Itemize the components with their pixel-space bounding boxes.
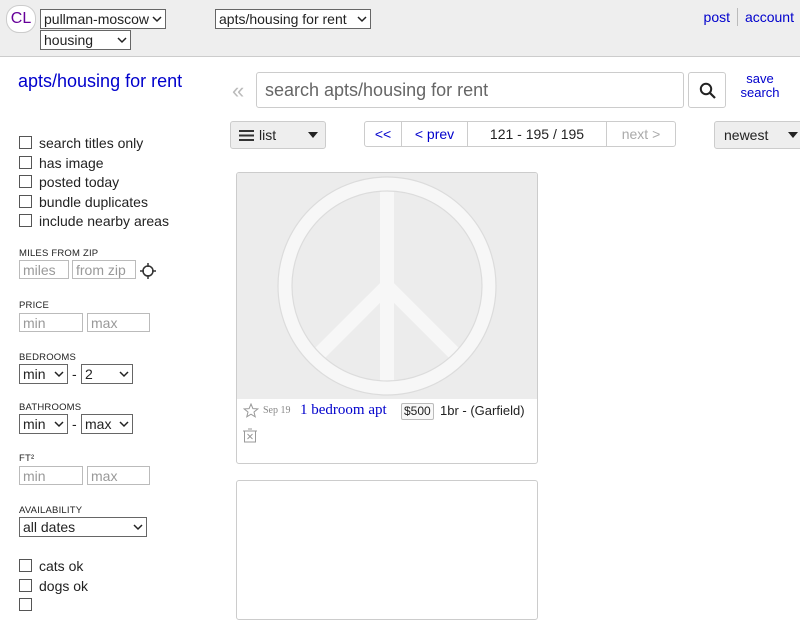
- price-label: PRICE: [19, 300, 50, 311]
- category-select[interactable]: apts/housing for rent: [215, 9, 371, 29]
- sort-select[interactable]: newest: [714, 121, 800, 149]
- sort-select-value: newest: [724, 127, 769, 143]
- checkbox-label: has image: [39, 155, 104, 171]
- checkbox-box[interactable]: [19, 175, 32, 188]
- chevron-down-icon: [152, 16, 162, 23]
- view-mode-label: list: [259, 127, 277, 143]
- craigslist-logo[interactable]: CL: [6, 5, 36, 33]
- search-input[interactable]: search apts/housing for rent: [256, 72, 684, 108]
- favorite-star-icon[interactable]: [243, 403, 259, 418]
- checkbox-label: posted today: [39, 174, 120, 190]
- range-dash: -: [72, 366, 77, 382]
- bedrooms-min-select[interactable]: min: [19, 364, 68, 384]
- location-select[interactable]: pullman-moscow: [40, 9, 166, 29]
- checkbox-label: cats ok: [39, 558, 84, 574]
- locate-me-icon[interactable]: [140, 263, 156, 279]
- hide-listing-icon[interactable]: [243, 428, 257, 443]
- sqft-max-input[interactable]: max: [87, 466, 150, 485]
- pagination: << < prev 121 - 195 / 195 next >: [364, 121, 676, 147]
- chevron-down-icon: [133, 524, 143, 531]
- bedrooms-label: BEDROOMS: [19, 352, 77, 363]
- chevron-down-icon: [119, 421, 129, 428]
- category-select-value: apts/housing for rent: [219, 11, 347, 27]
- header-divider: [737, 8, 738, 26]
- prev-page-button[interactable]: < prev: [402, 122, 468, 146]
- page-title[interactable]: apts/housing for rent: [18, 70, 188, 92]
- sqft-min-input[interactable]: min: [19, 466, 83, 485]
- checkbox-box[interactable]: [19, 136, 32, 149]
- checkbox-box[interactable]: [19, 214, 32, 227]
- account-link[interactable]: account: [745, 9, 794, 25]
- miles-from-zip-label: MILES FROM ZIP: [19, 248, 99, 259]
- list-icon: [239, 130, 254, 141]
- collapse-filters-button[interactable]: «: [232, 78, 244, 104]
- result-card[interactable]: Sep 19 1 bedroom apt $500 1br - (Garfiel…: [236, 172, 538, 464]
- availability-label: AVAILABILITY: [19, 505, 83, 516]
- bathrooms-label: BATHROOMS: [19, 402, 82, 413]
- view-mode-button[interactable]: list: [230, 121, 326, 149]
- listing-title-link[interactable]: 1 bedroom apt: [300, 402, 387, 419]
- search-button[interactable]: [688, 72, 726, 108]
- sqft-label: FT²: [19, 453, 35, 464]
- page-range: 121 - 195 / 195: [468, 122, 607, 146]
- first-page-button[interactable]: <<: [365, 122, 402, 146]
- save-search-line2: search: [740, 85, 780, 100]
- availability-select[interactable]: all dates: [19, 517, 147, 537]
- chevron-down-icon: [54, 421, 64, 428]
- availability-select-value: all dates: [23, 519, 76, 535]
- listing-thumbnail[interactable]: [237, 173, 537, 399]
- post-link[interactable]: post: [704, 9, 730, 25]
- checkbox-label: bundle duplicates: [39, 194, 148, 210]
- bedrooms-max-select[interactable]: 2: [81, 364, 133, 384]
- chevron-down-icon: [357, 16, 367, 23]
- zip-input[interactable]: from zip: [72, 260, 136, 279]
- save-search-line1: save: [746, 71, 774, 86]
- checkbox-label: include nearby areas: [39, 213, 169, 229]
- bathrooms-min-value: min: [23, 416, 46, 432]
- location-select-value: pullman-moscow: [44, 11, 150, 27]
- bathrooms-min-select[interactable]: min: [19, 414, 68, 434]
- section-select-value: housing: [44, 32, 94, 48]
- checkbox-box[interactable]: [19, 156, 32, 169]
- caret-down-icon: [788, 132, 798, 138]
- chevron-down-icon: [119, 371, 129, 378]
- price-max-input[interactable]: max: [87, 313, 150, 332]
- bedrooms-max-value: 2: [85, 366, 93, 382]
- caret-down-icon: [308, 132, 318, 138]
- checkbox-label: search titles only: [39, 135, 144, 151]
- bedrooms-min-value: min: [23, 366, 46, 382]
- checkbox-box[interactable]: [19, 579, 32, 592]
- peace-sign-placeholder-icon: [277, 176, 497, 396]
- range-dash: -: [72, 416, 77, 432]
- price-min-input[interactable]: min: [19, 313, 83, 332]
- chevron-down-icon: [54, 371, 64, 378]
- next-page-button[interactable]: next >: [607, 122, 675, 146]
- save-search-link[interactable]: save search: [739, 72, 781, 100]
- posted-date: Sep 19: [263, 405, 291, 416]
- chevron-down-icon: [117, 37, 127, 44]
- result-card[interactable]: [236, 480, 538, 620]
- price-badge: $500: [401, 403, 434, 420]
- header-bar: CL pullman-moscow housing apts/housing f…: [0, 0, 800, 57]
- listing-details: 1br - (Garfield): [440, 403, 525, 418]
- miles-input[interactable]: miles: [19, 260, 69, 279]
- checkbox-box[interactable]: [19, 559, 32, 572]
- search-icon: [699, 82, 716, 99]
- bathrooms-max-select[interactable]: max: [81, 414, 133, 434]
- checkbox-label: dogs ok: [39, 578, 89, 594]
- bathrooms-max-value: max: [85, 416, 112, 432]
- checkbox-box[interactable]: [19, 195, 32, 208]
- section-select[interactable]: housing: [40, 30, 131, 50]
